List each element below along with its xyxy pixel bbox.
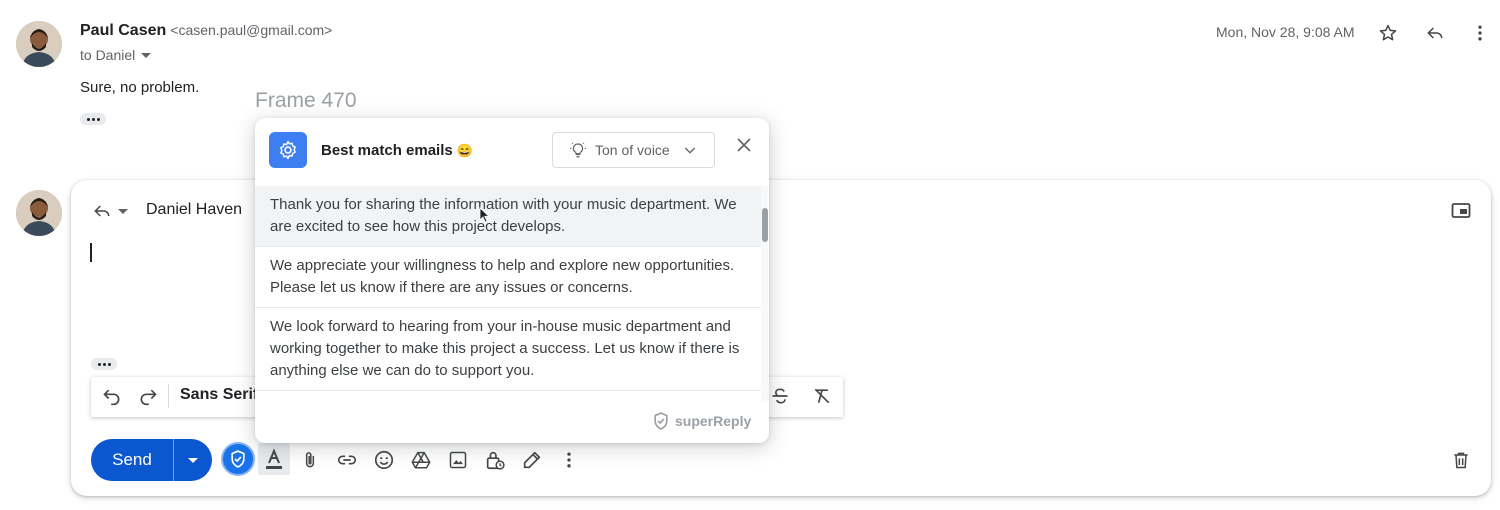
superreply-popup: Best match emails 😄 Ton of voice Thank y… <box>255 118 769 443</box>
pop-out-icon[interactable] <box>1449 199 1473 223</box>
emoji-icon[interactable] <box>370 446 398 474</box>
lightbulb-icon <box>570 142 586 158</box>
show-trimmed-button[interactable] <box>80 113 106 125</box>
more-options-icon[interactable] <box>555 446 583 474</box>
suggestion-item[interactable]: We look forward to hearing from your in-… <box>255 391 761 402</box>
clear-format-icon[interactable] <box>811 385 833 407</box>
message-body: Sure, no problem. <box>80 79 200 96</box>
more-vert-icon[interactable] <box>1468 21 1492 45</box>
drive-icon[interactable] <box>407 446 435 474</box>
reply-type-dropdown[interactable] <box>92 201 128 221</box>
suggestion-list: Thank you for sharing the information wi… <box>255 186 761 402</box>
suggestion-item[interactable]: We appreciate your willingness to help a… <box>255 247 761 308</box>
gear-icon[interactable] <box>269 132 307 168</box>
signature-icon[interactable] <box>518 446 546 474</box>
photo-icon[interactable] <box>444 446 472 474</box>
trash-icon[interactable] <box>1447 446 1475 474</box>
brand-name: superReply <box>675 413 752 429</box>
smile-emoji: 😄 <box>456 143 474 158</box>
tone-of-voice-select[interactable]: Ton of voice <box>552 132 715 168</box>
reply-icon <box>94 205 110 217</box>
redo-icon[interactable] <box>137 385 159 407</box>
link-icon[interactable] <box>333 446 361 474</box>
font-family-select[interactable]: Sans Serif <box>180 386 258 404</box>
chevron-down-icon <box>684 147 695 154</box>
suggestion-item[interactable]: Thank you for sharing the information wi… <box>255 186 761 247</box>
suggestion-item[interactable]: We look forward to hearing from your in-… <box>255 308 761 391</box>
frame-label: Frame 470 <box>255 89 357 112</box>
caret-down-icon <box>188 457 198 463</box>
message-date: Mon, Nov 28, 9:08 AM <box>1216 24 1355 40</box>
mouse-pointer-icon <box>479 207 491 228</box>
caret-down-icon <box>118 208 128 214</box>
superreply-toggle-button[interactable] <box>221 442 255 476</box>
reply-avatar <box>16 190 62 236</box>
attach-icon[interactable] <box>296 446 324 474</box>
show-trimmed-button[interactable] <box>91 358 117 370</box>
tone-label: Ton of voice <box>595 142 670 158</box>
text-color-icon[interactable] <box>258 443 290 475</box>
send-button-group: Send <box>91 439 212 481</box>
star-icon[interactable] <box>1376 21 1400 45</box>
send-button[interactable]: Send <box>91 439 173 481</box>
toolbar-divider <box>168 384 169 408</box>
reply-icon[interactable] <box>1423 21 1447 45</box>
recipients-dropdown[interactable]: to Daniel <box>80 47 152 63</box>
sender-avatar <box>16 21 62 67</box>
close-icon[interactable] <box>733 134 755 156</box>
caret-down-icon <box>141 52 152 58</box>
popup-title: Best match emails 😄 <box>321 142 474 159</box>
undo-icon[interactable] <box>101 385 123 407</box>
scrollbar-thumb[interactable] <box>762 208 768 242</box>
superreply-logo-icon <box>231 450 245 468</box>
lock-clock-icon[interactable] <box>481 446 509 474</box>
superreply-brand: superReply <box>651 410 751 432</box>
reply-recipient[interactable]: Daniel Haven <box>146 201 242 219</box>
strikethrough-icon[interactable] <box>769 385 791 407</box>
recipients-label: to Daniel <box>80 47 136 63</box>
superreply-logo-icon <box>654 412 668 430</box>
text-cursor <box>90 243 92 262</box>
sender-email: <casen.paul@gmail.com> <box>170 22 333 38</box>
sender-name: Paul Casen <casen.paul@gmail.com> <box>80 22 333 39</box>
